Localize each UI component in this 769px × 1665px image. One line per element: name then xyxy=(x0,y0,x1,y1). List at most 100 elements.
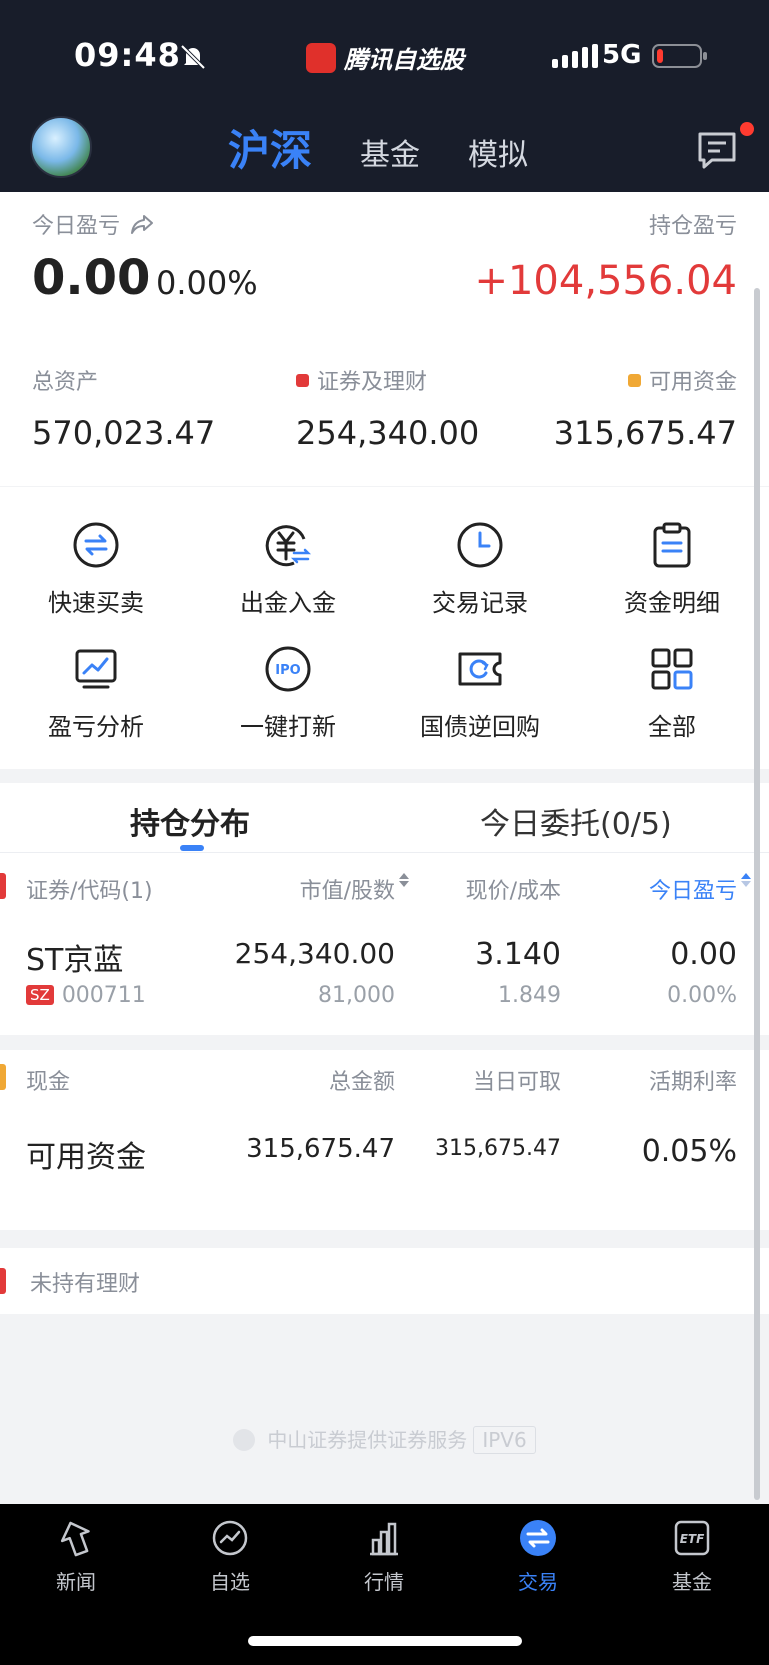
action-fund-details[interactable]: 资金明细 xyxy=(582,521,762,618)
action-quick-trade[interactable]: 快速买卖 xyxy=(6,521,186,618)
finance-label: 未持有理财 xyxy=(30,1272,141,1297)
total-assets: 总资产 570,023.47 xyxy=(32,364,215,452)
status-bar: 09:48 腾讯自选股 5G xyxy=(0,0,769,110)
etf-icon: ETF xyxy=(674,1520,710,1556)
header-security: 证券/代码(1) xyxy=(26,879,153,904)
sort-icon xyxy=(399,873,409,887)
globe-icon xyxy=(233,1429,256,1451)
market-icon xyxy=(370,1522,398,1556)
header-cash: 现金 xyxy=(26,1070,71,1095)
holdings-card: 持仓分布 今日委托(0/5) 证券/代码(1) 市值/股数 现价/成本 今日盈亏… xyxy=(0,783,769,1035)
ipo-icon: IPO xyxy=(265,646,311,692)
tab-fund[interactable]: 基金 xyxy=(360,130,420,178)
quick-actions: 快速买卖 出金入金 交易记录 资金明细 盈亏分析 IPO 一键打新 国债逆回购 … xyxy=(0,487,769,769)
orange-legend-dot xyxy=(627,373,641,387)
chart-monitor-icon xyxy=(75,649,117,689)
tab-indicator xyxy=(180,845,204,851)
provider-note: 中山证券提供证券服务 IPV6 xyxy=(0,1424,769,1454)
yuan-transfer-icon xyxy=(265,525,312,567)
total-assets-label: 总资产 xyxy=(32,370,99,395)
cash-rate: 0.05% xyxy=(641,1134,737,1169)
action-label: 盈亏分析 xyxy=(48,713,144,741)
available-label: 可用资金 xyxy=(648,370,737,395)
grid-icon xyxy=(651,648,693,690)
action-pnl-analysis[interactable]: 盈亏分析 xyxy=(6,645,186,742)
clock-icon xyxy=(457,522,503,568)
action-label: 快速买卖 xyxy=(48,589,144,617)
market-tabs: 沪深 基金 模拟 xyxy=(228,110,576,178)
tab-today-orders[interactable]: 今日委托(0/5) xyxy=(480,799,672,843)
market-value: 254,340.00 xyxy=(234,937,395,970)
tabbar-watchlist[interactable]: 自选 xyxy=(170,1518,290,1595)
cash-withdrawable: 315,675.47 xyxy=(435,1136,561,1161)
watchlist-icon xyxy=(212,1520,248,1556)
stock-code-group: SZ 000711 xyxy=(26,983,146,1008)
action-ipo[interactable]: IPO 一键打新 xyxy=(198,645,378,742)
shares: 81,000 xyxy=(318,983,395,1008)
cost-price: 1.849 xyxy=(498,983,561,1008)
red-legend-dot xyxy=(296,373,309,387)
avatar[interactable] xyxy=(30,116,92,178)
tab-positions[interactable]: 持仓分布 xyxy=(130,799,250,843)
action-label: 资金明细 xyxy=(624,589,720,617)
ipv6-badge: IPV6 xyxy=(473,1426,536,1454)
action-trade-records[interactable]: 交易记录 xyxy=(390,521,570,618)
action-deposit-withdraw[interactable]: 出金入金 xyxy=(198,521,378,618)
tabbar-news[interactable]: 新闻 xyxy=(16,1518,136,1595)
securities-assets: 证券及理财 254,340.00 xyxy=(296,364,479,452)
battery-icon xyxy=(652,44,707,68)
tabbar-fund[interactable]: ETF 基金 xyxy=(632,1518,752,1595)
tabbar-label: 新闻 xyxy=(56,1570,96,1594)
stock-code: 000711 xyxy=(61,983,146,1008)
svg-text:ETF: ETF xyxy=(680,1532,705,1546)
network-type: 5G xyxy=(602,40,642,70)
action-label: 出金入金 xyxy=(240,589,336,617)
scrollbar[interactable] xyxy=(754,288,760,1500)
top-nav: 沪深 基金 模拟 xyxy=(0,110,769,192)
finance-card[interactable]: 未持有理财 xyxy=(0,1248,769,1314)
action-all[interactable]: 全部 xyxy=(582,645,762,742)
ticket-icon xyxy=(458,652,502,686)
message-badge xyxy=(740,122,754,136)
header-market-value: 市值/股数 xyxy=(299,879,395,904)
hold-pnl-label: 持仓盈亏 xyxy=(648,214,737,239)
header-withdrawable: 当日可取 xyxy=(472,1070,561,1095)
holdings-tabs: 持仓分布 今日委托(0/5) xyxy=(0,783,769,853)
action-label: 全部 xyxy=(648,713,696,741)
today-pnl: 0.00 xyxy=(670,937,737,972)
tab-hushen[interactable]: 沪深 xyxy=(228,117,312,178)
securities-value: 254,340.00 xyxy=(296,414,480,452)
today-pnl-label: 今日盈亏 xyxy=(32,214,121,239)
today-pnl-value: 0.00 xyxy=(32,250,151,306)
tabbar-trade[interactable]: 交易 xyxy=(478,1518,598,1595)
header-price: 现价/成本 xyxy=(465,879,561,904)
header-total: 总金额 xyxy=(328,1070,395,1095)
tabbar-market[interactable]: 行情 xyxy=(324,1518,444,1595)
tabbar-label: 交易 xyxy=(518,1570,558,1594)
current-price: 3.140 xyxy=(475,937,561,972)
header-market-value-wrap[interactable]: 市值/股数 xyxy=(299,873,409,905)
profit-summary: 今日盈亏 持仓盈亏 0.00 0.00% +104,556.04 总资产 570… xyxy=(0,192,769,486)
securities-marker xyxy=(0,873,6,899)
cash-marker xyxy=(0,1064,6,1090)
share-icon[interactable] xyxy=(130,213,154,235)
swap-icon xyxy=(73,522,119,568)
action-reverse-repo[interactable]: 国债逆回购 xyxy=(390,645,570,742)
message-icon[interactable] xyxy=(696,130,738,170)
tab-simulate[interactable]: 模拟 xyxy=(468,130,528,178)
cash-total: 315,675.47 xyxy=(246,1134,395,1164)
cash-card: 现金 总金额 当日可取 活期利率 可用资金 315,675.47 315,675… xyxy=(0,1050,769,1230)
available-value: 315,675.47 xyxy=(553,414,737,452)
total-assets-value: 570,023.47 xyxy=(32,414,216,452)
finance-marker xyxy=(0,1268,6,1294)
tabbar-label: 自选 xyxy=(210,1570,250,1594)
tabbar-label: 行情 xyxy=(364,1570,404,1594)
app-name: 腾讯自选股 xyxy=(344,46,464,74)
news-icon xyxy=(60,1521,90,1557)
today-pnl-label-group: 今日盈亏 xyxy=(32,208,154,240)
header-today-pnl-wrap[interactable]: 今日盈亏 xyxy=(649,873,751,905)
action-label: 交易记录 xyxy=(432,589,528,617)
home-indicator[interactable] xyxy=(248,1636,522,1646)
cash-name: 可用资金 xyxy=(26,1140,146,1175)
securities-label: 证券及理财 xyxy=(317,370,428,395)
